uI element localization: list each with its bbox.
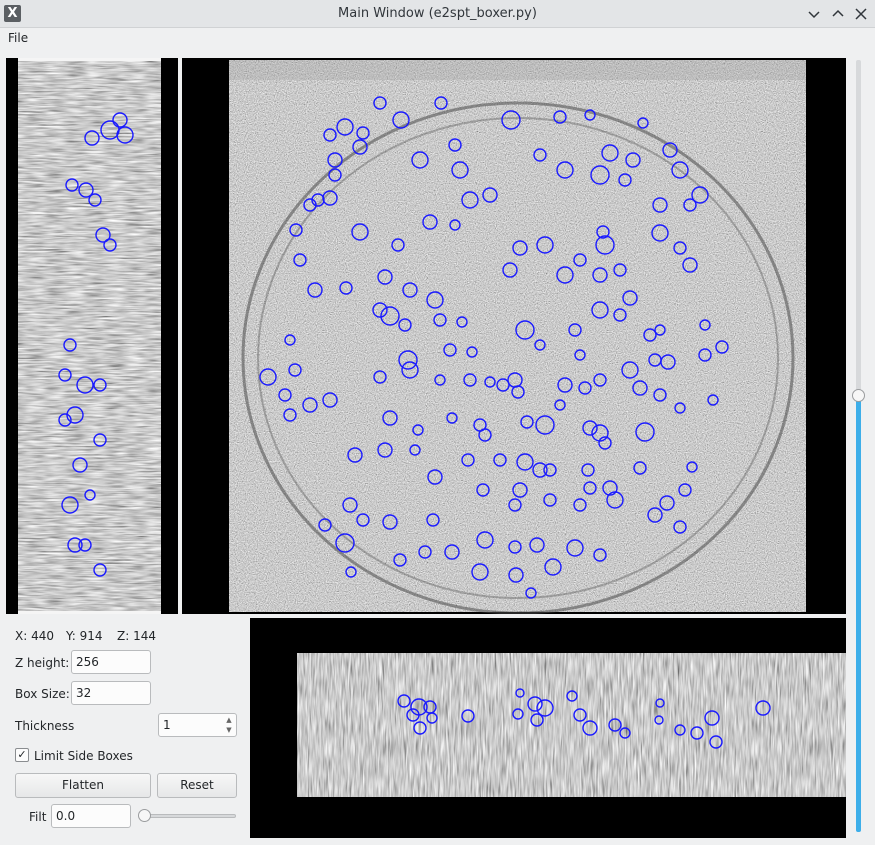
thickness-label: Thickness bbox=[15, 719, 75, 733]
limit-side-boxes-checkbox[interactable]: ✓ bbox=[15, 748, 29, 762]
thickness-value: 1 bbox=[163, 718, 171, 732]
menu-bar: File bbox=[0, 28, 875, 48]
coord-x: X: 440 bbox=[15, 629, 54, 643]
side-view-xz[interactable] bbox=[250, 618, 846, 838]
thickness-spinbox[interactable]: 1 ▲ ▼ bbox=[158, 713, 237, 737]
file-menu[interactable]: File bbox=[8, 31, 28, 45]
spin-down-icon[interactable]: ▼ bbox=[223, 725, 235, 735]
spin-up-icon[interactable]: ▲ bbox=[223, 715, 235, 725]
checkmark-icon: ✓ bbox=[17, 748, 27, 761]
close-icon[interactable] bbox=[851, 4, 871, 24]
limit-side-boxes-label: Limit Side Boxes bbox=[34, 749, 133, 763]
window-title: Main Window (e2spt_boxer.py) bbox=[338, 6, 537, 21]
reset-button[interactable]: Reset bbox=[157, 773, 237, 798]
filt-label: Filt bbox=[29, 810, 47, 824]
flatten-button[interactable]: Flatten bbox=[15, 773, 151, 798]
minimize-icon[interactable] bbox=[804, 4, 824, 24]
title-bar: X Main Window (e2spt_boxer.py) bbox=[0, 0, 875, 28]
z-slider-fill bbox=[856, 396, 861, 832]
filt-slider-handle[interactable] bbox=[138, 809, 151, 822]
z-slider-handle[interactable] bbox=[852, 389, 865, 402]
main-view-xy[interactable] bbox=[182, 58, 846, 614]
z-height-field[interactable] bbox=[71, 650, 151, 674]
filt-slider-track[interactable] bbox=[142, 814, 236, 818]
coord-y: Y: 914 bbox=[66, 629, 103, 643]
filt-field[interactable] bbox=[51, 804, 131, 828]
maximize-icon[interactable] bbox=[828, 4, 848, 24]
box-size-label: Box Size: bbox=[15, 687, 70, 701]
z-slider-track[interactable] bbox=[856, 60, 861, 396]
box-size-field[interactable] bbox=[71, 681, 151, 705]
z-height-label: Z height: bbox=[15, 656, 70, 670]
side-view-yz[interactable] bbox=[6, 58, 178, 614]
coord-z: Z: 144 bbox=[117, 629, 156, 643]
